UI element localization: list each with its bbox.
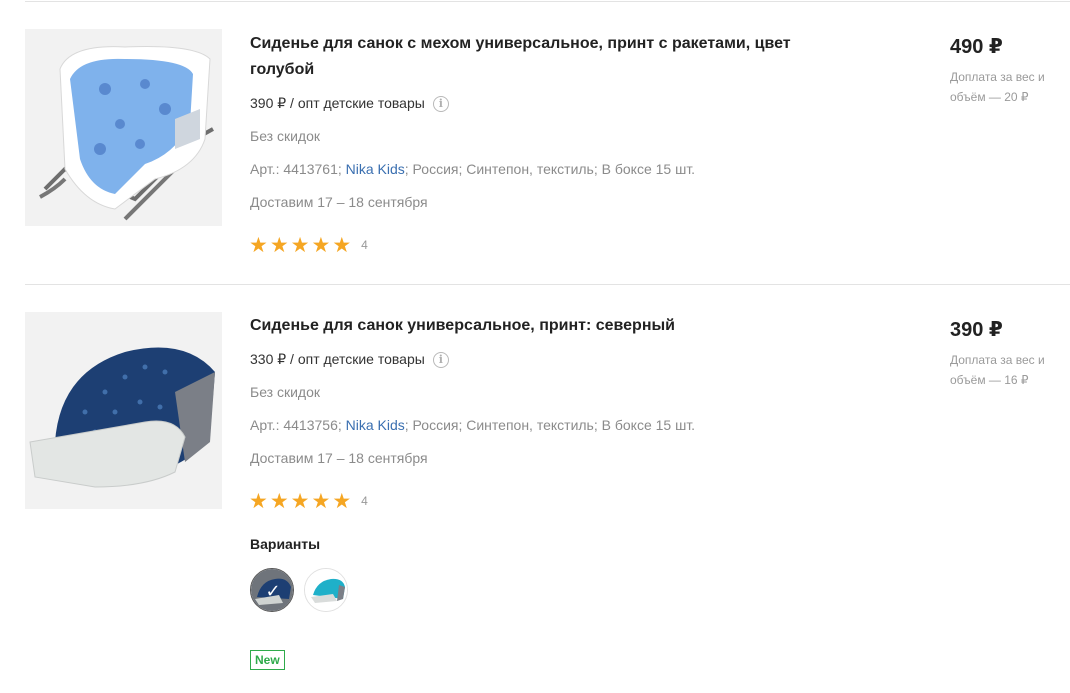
product-title[interactable]: Сиденье для санок с мехом универсальное,… <box>250 31 830 83</box>
price: 390 ₽ <box>950 319 1003 341</box>
sled-seat-turquoise-thumb-icon <box>305 569 347 611</box>
specs-rest: ; Россия; Синтепон, текстиль; В боксе 15… <box>404 161 696 177</box>
sku: Арт.: 4413756; <box>250 417 342 433</box>
star-icon: ★ <box>269 233 289 257</box>
rating[interactable]: ★ ★ ★ ★ ★ 4 <box>249 489 368 513</box>
star-icon: ★ <box>249 489 268 513</box>
delivery-info: Доставим 17 – 18 сентября <box>250 194 428 210</box>
wholesale-price-text: 390 ₽ / опт детские товары <box>250 95 425 111</box>
surcharge-note: Доплата за вес и объём — 20 ₽ <box>950 70 1045 104</box>
surcharge-note: Доплата за вес и объём — 16 ₽ <box>950 353 1045 387</box>
sled-seat-navy-icon <box>25 312 222 509</box>
review-count[interactable]: 4 <box>361 494 368 508</box>
product-divider <box>25 284 1070 285</box>
specs-rest: ; Россия; Синтепон, текстиль; В боксе 15… <box>404 417 696 433</box>
brand-link[interactable]: Nika Kids <box>346 161 405 177</box>
rating[interactable]: ★ ★ ★ ★ ★ 4 <box>249 233 368 257</box>
wholesale-price-text: 330 ₽ / опт детские товары <box>250 351 425 367</box>
brand-link[interactable]: Nika Kids <box>346 417 405 433</box>
variants-label: Варианты <box>250 536 321 552</box>
star-icon: ★ <box>290 489 310 513</box>
info-icon[interactable]: i <box>432 351 449 368</box>
sku: Арт.: 4413761; <box>250 161 342 177</box>
product-specs: Арт.: 4413756; Nika Kids; Россия; Синтеп… <box>250 417 695 433</box>
wholesale-price: 390 ₽ / опт детские товары i <box>250 95 449 112</box>
product-specs: Арт.: 4413761; Nika Kids; Россия; Синтеп… <box>250 161 695 177</box>
product-image[interactable] <box>25 29 222 226</box>
star-icon: ★ <box>290 233 310 257</box>
star-icon: ★ <box>269 489 289 513</box>
check-icon: ✓ <box>265 580 281 601</box>
info-icon[interactable]: i <box>432 95 449 112</box>
top-divider <box>25 1 1070 2</box>
price: 490 ₽ <box>950 36 1003 58</box>
star-icon: ★ <box>311 489 331 513</box>
discount-status: Без скидок <box>250 384 320 400</box>
variant-swatch-navy[interactable]: ✓ <box>250 568 294 612</box>
wholesale-price: 330 ₽ / опт детские товары i <box>250 351 449 368</box>
star-icon: ★ <box>332 233 352 257</box>
product-image[interactable] <box>25 312 222 509</box>
star-icon: ★ <box>249 233 268 257</box>
star-icon: ★ <box>311 233 331 257</box>
new-badge: New <box>250 650 285 670</box>
variant-swatch-turquoise[interactable] <box>304 568 348 612</box>
discount-status: Без скидок <box>250 128 320 144</box>
review-count[interactable]: 4 <box>361 238 368 252</box>
sled-seat-fur-blue-icon <box>25 29 222 226</box>
delivery-info: Доставим 17 – 18 сентября <box>250 450 428 466</box>
product-title[interactable]: Сиденье для санок универсальное, принт: … <box>250 313 830 339</box>
star-icon: ★ <box>332 489 352 513</box>
